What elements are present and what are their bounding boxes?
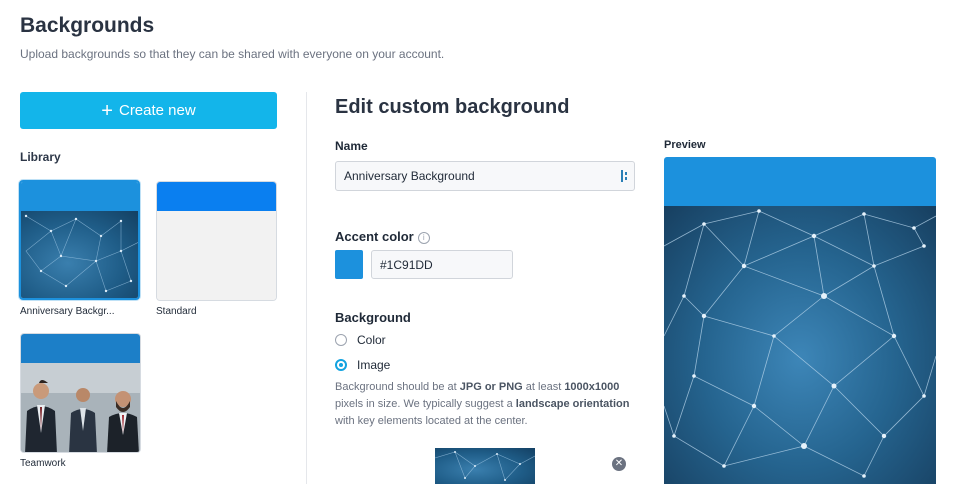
- card-plain-body: [157, 211, 276, 300]
- preview-label: Preview: [664, 139, 706, 151]
- help-text-bold: 1000x1000: [564, 381, 620, 393]
- radio-color-label: Color: [357, 333, 386, 347]
- radio-image[interactable]: Image: [335, 358, 390, 372]
- library-label: Library: [20, 150, 61, 164]
- plus-icon: +: [101, 99, 113, 122]
- radio-button[interactable]: [335, 334, 347, 346]
- card-accent-bar: [21, 334, 140, 363]
- help-text-part: Background should be at: [335, 381, 460, 393]
- help-text-bold: landscape orientation: [515, 398, 630, 410]
- card-network-image: [21, 211, 138, 298]
- help-text-part: with key elements located at the center.: [335, 415, 528, 427]
- remove-icon[interactable]: ✕: [612, 457, 626, 471]
- help-text-part: at least: [522, 381, 565, 393]
- accent-color-label-text: Accent color: [335, 229, 414, 244]
- help-text-part: pixels in size. We typically suggest a: [335, 398, 516, 410]
- library-card-label: Standard: [156, 306, 197, 317]
- page-title: Backgrounds: [20, 14, 155, 37]
- password-manager-icon[interactable]: [621, 170, 629, 182]
- preview-accent-bar: [664, 157, 936, 206]
- name-input-value: Anniversary Background: [344, 169, 475, 183]
- radio-color[interactable]: Color: [335, 333, 386, 347]
- info-icon[interactable]: i: [417, 232, 430, 244]
- create-new-button[interactable]: + Create new: [20, 92, 277, 129]
- accent-color-swatch[interactable]: [335, 250, 363, 279]
- create-new-label: Create new: [118, 102, 196, 119]
- radio-button-selected[interactable]: [335, 359, 347, 371]
- accent-color-label: Accent color i: [335, 229, 430, 244]
- uploaded-image-thumbnail: [435, 448, 535, 484]
- library-card-label: Teamwork: [20, 458, 66, 469]
- card-accent-bar: [157, 182, 276, 211]
- background-help-text: Background should be at JPG or PNG at le…: [335, 379, 635, 430]
- accent-color-input[interactable]: #1C91DD: [371, 250, 513, 279]
- name-label: Name: [335, 139, 368, 153]
- library-card-standard[interactable]: [156, 181, 277, 301]
- card-photo-image: [21, 363, 140, 452]
- radio-image-label: Image: [357, 358, 391, 372]
- panel-divider: [306, 92, 307, 484]
- library-card-teamwork[interactable]: [20, 333, 141, 453]
- page-subtitle: Upload backgrounds so that they can be s…: [20, 47, 445, 61]
- background-label: Background: [335, 310, 411, 325]
- help-text-bold: JPG or PNG: [459, 381, 523, 393]
- card-accent-bar: [21, 182, 138, 211]
- library-card-anniversary[interactable]: [19, 180, 140, 300]
- preview-network-image: [664, 206, 936, 484]
- editor-title: Edit custom background: [335, 96, 570, 118]
- preview-panel: [664, 157, 936, 484]
- accent-color-value: #1C91DD: [380, 257, 433, 272]
- library-card-label: Anniversary Backgr...: [20, 306, 115, 317]
- name-input[interactable]: Anniversary Background: [335, 161, 635, 191]
